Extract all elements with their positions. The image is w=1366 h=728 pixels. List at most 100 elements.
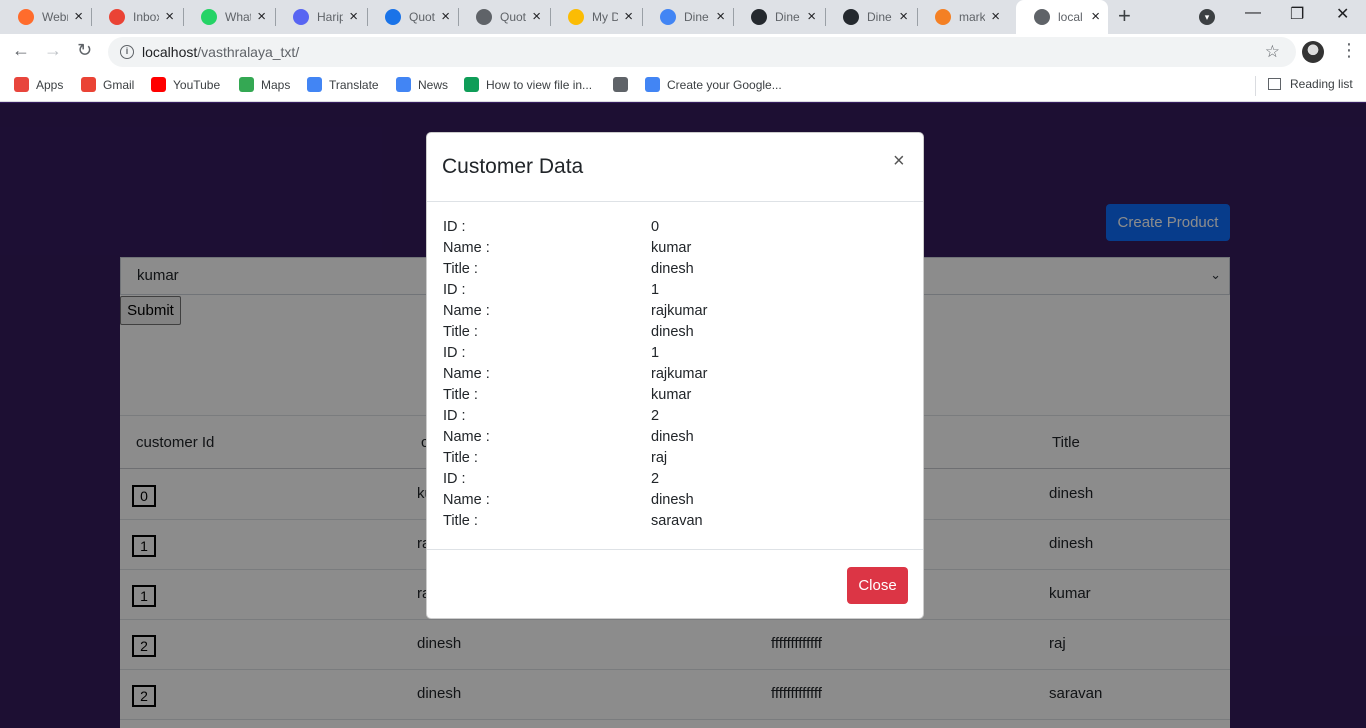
forward-icon[interactable]: → <box>44 40 62 61</box>
field-value: 1 <box>651 345 660 361</box>
browser-tab[interactable]: local × <box>1016 0 1108 34</box>
window-close-icon[interactable]: ✕ <box>1336 4 1349 24</box>
bookmark-star-icon[interactable]: ☆ <box>1265 42 1280 62</box>
bookmark-item[interactable]: Gmail <box>81 77 134 92</box>
tab-search-icon[interactable]: ▾ <box>1199 9 1215 25</box>
minimize-icon[interactable]: — <box>1245 4 1261 22</box>
tab-separator <box>275 8 276 26</box>
tab-close-icon[interactable]: × <box>716 9 725 24</box>
tab-close-icon[interactable]: × <box>74 9 83 24</box>
tab-separator <box>917 8 918 26</box>
browser-tab[interactable]: Quot × <box>367 0 458 34</box>
url-text[interactable]: localhost/vasthralaya_txt/ <box>142 44 299 60</box>
field-label: ID : <box>443 471 466 487</box>
customer-data-line: ID : 1 <box>443 282 913 303</box>
field-label: Name : <box>443 303 490 319</box>
drive-icon <box>568 9 584 25</box>
google-icon <box>645 77 660 92</box>
field-label: Title : <box>443 450 478 466</box>
field-value: rajkumar <box>651 366 708 382</box>
reading-list-label: Reading list <box>1290 77 1353 91</box>
tab-close-icon[interactable]: × <box>991 9 1000 24</box>
tab-close-icon[interactable]: × <box>349 9 358 24</box>
customer-data-modal: Customer Data × ID : 0 Name : kumar Title : d… <box>426 132 924 619</box>
globe-icon <box>613 77 628 92</box>
bookmark-item[interactable]: News <box>396 77 448 92</box>
translate-icon <box>307 77 322 92</box>
browser-tab[interactable]: My D × <box>550 0 641 34</box>
tab-close-icon[interactable]: × <box>257 9 266 24</box>
browser-tab[interactable]: Dine × <box>825 0 916 34</box>
tab-title: Webr <box>42 10 68 24</box>
customer-data-line: Name : rajkumar <box>443 366 913 387</box>
browser-tab[interactable]: Dine × <box>642 0 733 34</box>
browser-tab[interactable]: Dine × <box>733 0 824 34</box>
bookmark-item[interactable]: Create your Google... <box>645 77 782 92</box>
browser-tab[interactable]: Inbox × <box>91 0 182 34</box>
bookmark-label: Apps <box>36 77 64 92</box>
tab-title: Dine <box>684 10 709 24</box>
bookmarks-divider <box>1255 76 1256 96</box>
tab-separator <box>458 8 459 26</box>
bookmark-label: Maps <box>261 77 291 92</box>
bookmark-item[interactable]: How to view file in... <box>464 77 592 92</box>
globe-icon <box>476 9 492 25</box>
bookmark-item[interactable]: Maps <box>239 77 290 92</box>
field-value: dinesh <box>651 492 694 508</box>
address-bar[interactable]: i localhost/vasthralaya_txt/ ☆ <box>108 37 1296 67</box>
url-path: /vasthralaya_txt/ <box>197 44 300 60</box>
field-label: Name : <box>443 429 490 445</box>
docs-icon <box>660 9 676 25</box>
gmail-icon <box>109 9 125 25</box>
customer-data-line: Title : saravan <box>443 513 913 534</box>
field-label: ID : <box>443 345 466 361</box>
new-tab-button[interactable]: + <box>1118 4 1131 28</box>
customer-data-line: ID : 2 <box>443 471 913 492</box>
bookmark-item[interactable]: Translate <box>307 77 379 92</box>
browser-tab[interactable]: mark × <box>917 0 1008 34</box>
bookmark-item[interactable] <box>613 77 635 92</box>
browser-tab[interactable]: Webr × <box>0 0 91 34</box>
tab-separator <box>91 8 92 26</box>
reading-list-button[interactable]: Reading list <box>1268 77 1353 91</box>
tab-close-icon[interactable]: × <box>624 9 633 24</box>
bookmark-label: Create your Google... <box>667 77 782 92</box>
tab-close-icon[interactable]: × <box>1091 9 1100 24</box>
field-value: rajkumar <box>651 303 708 319</box>
customer-data-line: Title : raj <box>443 450 913 471</box>
browser-tab[interactable]: Harip × <box>275 0 366 34</box>
browser-tab[interactable]: Quot × <box>458 0 549 34</box>
site-info-icon[interactable]: i <box>120 45 134 59</box>
tab-close-icon[interactable]: × <box>441 9 450 24</box>
tab-close-icon[interactable]: × <box>532 9 541 24</box>
customer-data-line: Name : rajkumar <box>443 303 913 324</box>
tab-close-icon[interactable]: × <box>165 9 174 24</box>
browser-menu-icon[interactable]: ⋮ <box>1340 40 1358 61</box>
apps-grid-icon <box>14 77 29 92</box>
tab-close-icon[interactable]: × <box>807 9 816 24</box>
bookmark-item[interactable]: YouTube <box>151 77 220 92</box>
customer-data-line: ID : 1 <box>443 345 913 366</box>
tab-title: Inbox <box>133 10 159 24</box>
browser-tab[interactable]: What × <box>183 0 274 34</box>
tab-title: Dine <box>775 10 800 24</box>
bookmark-label: Gmail <box>103 77 135 92</box>
restore-icon[interactable]: ❐ <box>1290 4 1304 24</box>
profile-avatar[interactable] <box>1302 41 1324 63</box>
field-label: Name : <box>443 366 490 382</box>
reload-icon[interactable]: ↻ <box>77 40 92 61</box>
back-icon[interactable]: ← <box>12 40 30 61</box>
field-label: Title : <box>443 387 478 403</box>
customer-data-line: ID : 2 <box>443 408 913 429</box>
field-label: ID : <box>443 219 466 235</box>
tab-separator <box>825 8 826 26</box>
field-value: saravan <box>651 513 703 529</box>
tab-separator <box>367 8 368 26</box>
bookmark-item[interactable]: Apps <box>14 77 63 92</box>
tab-separator <box>642 8 643 26</box>
field-value: dinesh <box>651 261 694 277</box>
close-button[interactable]: Close <box>847 567 908 604</box>
field-label: Title : <box>443 513 478 529</box>
close-icon[interactable]: × <box>893 150 905 173</box>
tab-close-icon[interactable]: × <box>899 9 908 24</box>
